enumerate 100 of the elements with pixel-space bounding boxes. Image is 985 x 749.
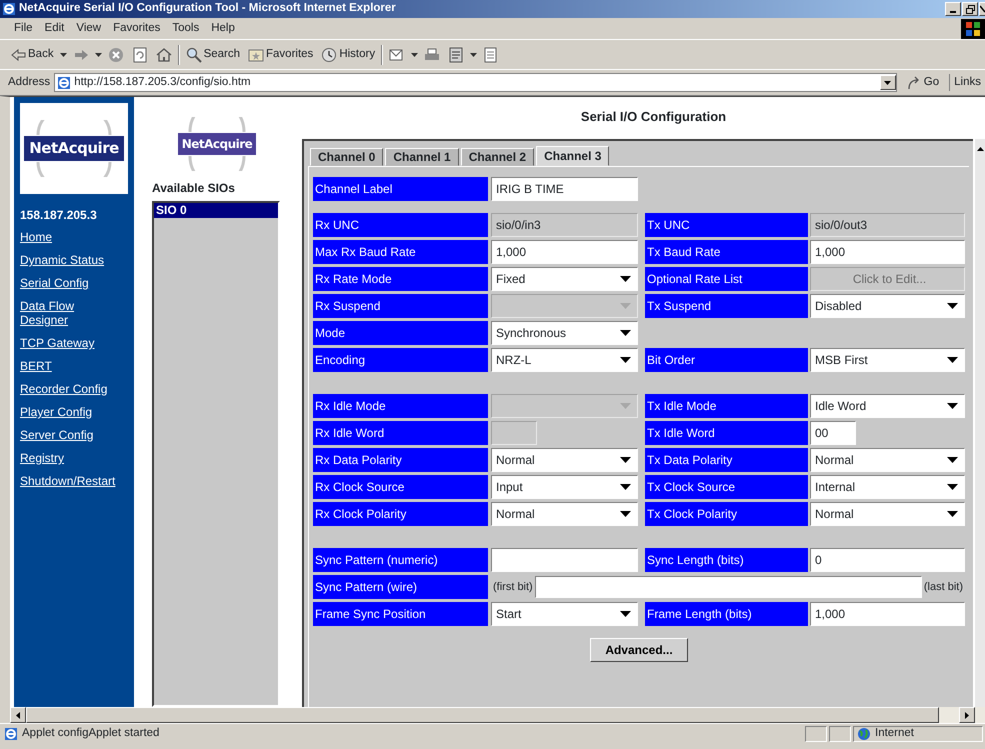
stop-icon <box>108 46 124 62</box>
envelope-icon <box>389 46 406 62</box>
logo-text: NetAcquire <box>24 136 124 161</box>
dropdown[interactable]: Internal <box>810 475 965 499</box>
advanced-button[interactable]: Advanced... <box>590 638 688 662</box>
nav-link[interactable]: Serial Config <box>20 276 116 290</box>
list-heading: Available SIOs <box>152 180 236 197</box>
nav-link[interactable]: Home <box>20 230 116 244</box>
field-label: Rx UNC <box>313 213 488 237</box>
dropdown[interactable]: Disabled <box>810 294 965 318</box>
nav-link[interactable]: Data Flow Designer <box>20 299 116 327</box>
tab[interactable]: Channel 3 <box>536 146 610 166</box>
vertical-scrollbar[interactable] <box>975 139 985 707</box>
list-item[interactable]: SIO 0 <box>154 203 278 218</box>
close-icon <box>980 5 985 13</box>
nav-link[interactable]: TCP Gateway <box>20 336 116 350</box>
menu-item[interactable]: Tools <box>166 20 206 38</box>
toolbar-button[interactable]: Favorites <box>246 46 316 64</box>
tab[interactable]: Channel 1 <box>385 148 459 166</box>
minimize-button[interactable] <box>945 2 961 16</box>
restore-button[interactable] <box>962 2 978 16</box>
field-label: Rx Data Polarity <box>313 448 488 472</box>
status-pane <box>805 726 827 742</box>
dropdown[interactable]: NRZ-L <box>491 348 638 372</box>
caret-icon <box>947 403 958 409</box>
dropdown[interactable]: Normal <box>491 502 638 526</box>
caret-icon[interactable] <box>94 52 102 56</box>
status-text: Applet configApplet started <box>22 726 160 741</box>
input-field[interactable] <box>534 576 922 598</box>
scroll-right-button[interactable] <box>959 707 975 723</box>
menu-item[interactable]: View <box>70 20 108 38</box>
go-button[interactable]: Go <box>900 74 946 92</box>
caret-icon <box>947 484 958 490</box>
nav-link[interactable]: Dynamic Status <box>20 253 116 267</box>
nav-link[interactable]: BERT <box>20 359 116 373</box>
toolbar-button[interactable]: Back <box>8 46 56 64</box>
caret-icon <box>620 330 631 336</box>
caret-icon <box>620 276 631 282</box>
dropdown[interactable]: Fixed <box>491 267 638 291</box>
close-button[interactable] <box>979 2 985 16</box>
caret-icon <box>620 457 631 463</box>
dropdown[interactable]: Synchronous <box>491 321 638 345</box>
input-field[interactable]: 1,000 <box>810 240 965 264</box>
field-label: Tx UNC <box>645 213 808 237</box>
field-label: Rx Idle Word <box>313 421 488 445</box>
clock-icon <box>321 46 338 62</box>
dropdown[interactable]: Normal <box>810 448 965 472</box>
caret-icon <box>947 511 958 517</box>
toolbar-button[interactable]: Search <box>184 46 242 64</box>
menu-item[interactable]: Edit <box>38 20 70 38</box>
field-label: Max Rx Baud Rate <box>313 240 488 264</box>
caret-icon <box>947 357 958 363</box>
scroll-left-button[interactable] <box>10 707 26 723</box>
caret-icon <box>884 80 892 84</box>
caret-icon[interactable] <box>411 52 418 56</box>
field-label: Optional Rate List <box>645 267 808 291</box>
dropdown[interactable]: MSB First <box>810 348 965 372</box>
caret-icon <box>947 303 958 309</box>
menu-item[interactable]: Favorites <box>107 20 166 38</box>
input-field[interactable]: 0 <box>810 548 965 572</box>
host-address: 158.187.205.3 <box>20 207 98 224</box>
dropdown-button[interactable] <box>880 75 896 90</box>
menu-item[interactable]: File <box>8 20 39 38</box>
nav-link[interactable]: Player Config <box>20 405 116 419</box>
caret-icon[interactable] <box>60 52 67 56</box>
field-label: Tx Idle Word <box>645 421 808 445</box>
caret-icon[interactable] <box>470 52 478 56</box>
field-label: Bit Order <box>645 348 808 372</box>
dropdown[interactable]: Normal <box>810 502 965 526</box>
field-label: Rx Rate Mode <box>313 267 488 291</box>
links-button[interactable]: Links <box>949 74 985 92</box>
tab[interactable]: Channel 2 <box>460 148 534 166</box>
dropdown[interactable]: Input <box>491 475 638 499</box>
field-label: Tx Clock Polarity <box>645 502 808 526</box>
toolbar-button[interactable]: History <box>319 46 378 64</box>
url-text: http://158.187.205.3/config/sio.htm <box>74 74 251 90</box>
browser-icon <box>2 2 16 16</box>
input-field[interactable]: IRIG B TIME <box>491 177 638 201</box>
address-label: Address <box>8 74 50 90</box>
nav-link[interactable]: Recorder Config <box>20 382 116 396</box>
nav-link[interactable]: Registry <box>20 451 116 465</box>
tab[interactable]: Channel 0 <box>310 148 384 166</box>
globe-icon <box>857 726 871 740</box>
input-field[interactable]: 1,000 <box>491 240 638 264</box>
field-label: Tx Baud Rate <box>645 240 808 264</box>
address-field[interactable]: http://158.187.205.3/config/sio.htm <box>54 73 897 92</box>
windows-flag-icon <box>965 21 981 37</box>
go-arrow-icon <box>906 76 921 90</box>
dropdown[interactable]: Normal <box>491 448 638 472</box>
menu-item[interactable]: Help <box>205 20 241 38</box>
field-label: Frame Sync Position <box>313 602 488 626</box>
dropdown[interactable]: Start <box>491 602 638 626</box>
nav-link[interactable]: Shutdown/Restart <box>20 474 116 488</box>
caret-icon <box>620 357 631 363</box>
input-field[interactable]: 00 <box>810 421 856 445</box>
input-field[interactable]: 1,000 <box>810 602 965 626</box>
nav-link[interactable]: Server Config <box>20 428 116 442</box>
input-field[interactable] <box>491 548 638 572</box>
field-label: Rx Suspend <box>313 294 488 318</box>
dropdown[interactable]: Idle Word <box>810 394 965 418</box>
